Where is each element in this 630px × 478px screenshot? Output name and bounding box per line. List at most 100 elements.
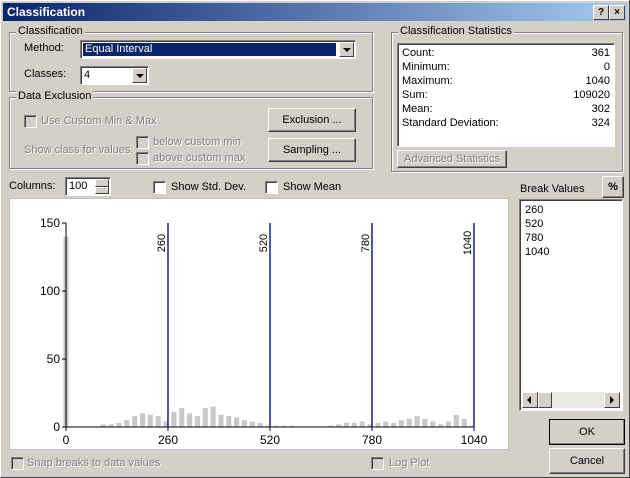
stat-key: Count: — [402, 47, 435, 59]
histogram-bar — [124, 420, 130, 427]
columns-spinner[interactable]: 100 — [65, 177, 111, 196]
break-value-item[interactable]: 520 — [525, 217, 549, 231]
close-button[interactable]: × — [609, 5, 625, 20]
help-button[interactable]: ? — [593, 5, 609, 20]
histogram-bar — [226, 416, 232, 427]
x-tick-label: 520 — [260, 433, 280, 447]
classes-select[interactable]: 4 — [80, 66, 149, 85]
classification-group: Classification Method: Equal Interval Cl… — [9, 25, 373, 92]
x-tick-label: 0 — [63, 433, 70, 447]
below-custom-checkbox[interactable] — [136, 136, 149, 149]
histogram-bar — [359, 421, 365, 427]
advanced-statistics-button[interactable]: Advanced Statistics — [397, 150, 507, 168]
stat-value: 302 — [591, 103, 610, 115]
columns-label: Columns: — [9, 180, 56, 192]
mean-label: Show Mean — [283, 181, 342, 193]
stat-value: 0 — [603, 61, 610, 73]
histogram-bar — [139, 413, 146, 427]
y-tick-label: 50 — [47, 352, 61, 366]
sampling-button[interactable]: Sampling ... — [268, 138, 356, 162]
histogram-bar — [453, 414, 459, 427]
histogram-bar — [343, 422, 350, 427]
percent-button[interactable]: % — [602, 176, 624, 198]
above-custom-checkbox[interactable] — [136, 152, 149, 165]
histogram-bar — [414, 416, 420, 427]
data-exclusion-group: Data Exclusion Use Custom Min & Max Show… — [9, 90, 373, 169]
x-tick-label: 780 — [362, 433, 382, 447]
break-line-label: 780 — [360, 234, 372, 252]
data-exclusion-label: Data Exclusion — [16, 90, 94, 102]
spin-up-icon[interactable] — [95, 179, 109, 187]
show-class-label: Show class for values: — [24, 144, 134, 156]
histogram-bar — [461, 418, 467, 427]
stat-key: Sum: — [402, 89, 428, 101]
histogram-bar — [422, 418, 428, 427]
snap-breaks-label: Snap breaks to data values — [27, 457, 161, 469]
stat-row: Count: 361 — [402, 47, 610, 61]
stat-value: 361 — [591, 47, 610, 59]
window-title: Classification — [7, 5, 86, 19]
histogram-bar — [155, 416, 161, 427]
scroll-left-icon[interactable] — [522, 392, 538, 408]
statistics-group-label: Classification Statistics — [398, 25, 514, 37]
histogram-bar — [383, 421, 389, 427]
stat-row: Minimum: 0 — [402, 61, 610, 75]
histogram-bar — [116, 422, 122, 427]
stat-key: Standard Deviation: — [402, 117, 499, 129]
break-line-label: 260 — [156, 234, 168, 252]
scroll-thumb[interactable] — [538, 392, 552, 408]
histogram-bar — [241, 420, 248, 427]
log-plot-checkbox[interactable] — [371, 457, 384, 470]
histogram-bar — [391, 422, 397, 427]
mean-checkbox[interactable] — [265, 181, 278, 194]
method-value: Equal Interval — [83, 43, 336, 56]
ok-button[interactable]: OK — [549, 419, 625, 445]
histogram-chart[interactable]: 150 100 50 00 260 520 780 1040 260 520 780 1040 — [9, 198, 509, 450]
stat-row: Sum: 109020 — [402, 89, 610, 103]
title-bar: Classification ? × — [3, 3, 627, 21]
columns-value: 100 — [69, 180, 88, 192]
chevron-down-icon[interactable] — [339, 42, 354, 57]
stat-key: Minimum: — [402, 61, 450, 73]
y-tick-label: 0 — [53, 420, 60, 434]
break-values-list[interactable]: 260 520 780 1040 — [519, 199, 623, 411]
histogram-bar — [351, 422, 357, 427]
histogram-bar — [249, 421, 255, 427]
histogram-bar — [202, 407, 208, 427]
histogram-bar — [406, 418, 412, 427]
histogram-bar — [210, 406, 216, 427]
stat-key: Mean: — [402, 103, 433, 115]
histogram-bar — [187, 413, 193, 427]
stat-row: Mean: 302 — [402, 103, 610, 117]
histogram-bar — [218, 414, 224, 427]
statistics-group: Classification Statistics Count: 361 Mini… — [391, 25, 623, 172]
histogram-bar — [132, 416, 138, 427]
scroll-right-icon[interactable] — [604, 392, 620, 408]
stat-key: Maximum: — [402, 75, 453, 87]
classes-value: 4 — [84, 69, 91, 81]
chevron-down-icon[interactable] — [132, 68, 147, 83]
cancel-button[interactable]: Cancel — [549, 448, 625, 474]
stat-value: 1040 — [585, 75, 610, 87]
break-line-label: 520 — [258, 234, 270, 252]
break-value-item[interactable]: 780 — [525, 231, 549, 245]
break-values-label: Break Values — [520, 183, 585, 195]
horizontal-scrollbar[interactable] — [522, 392, 620, 408]
histogram-bar — [147, 414, 153, 427]
above-custom-label: above custom max — [153, 152, 246, 164]
std-dev-checkbox[interactable] — [153, 181, 166, 194]
use-custom-checkbox[interactable] — [24, 115, 37, 128]
snap-breaks-checkbox[interactable] — [11, 457, 24, 470]
y-tick-label: 150 — [40, 216, 60, 230]
log-plot-label: Log Plot — [389, 457, 430, 469]
stat-value: 324 — [591, 117, 610, 129]
break-values-items: 260 520 780 1040 — [525, 203, 549, 259]
use-custom-label: Use Custom Min & Max — [41, 115, 157, 127]
method-label: Method: — [24, 42, 64, 54]
break-value-item[interactable]: 260 — [525, 203, 549, 217]
spin-down-icon[interactable] — [95, 187, 109, 194]
stat-row: Maximum: 1040 — [402, 75, 610, 89]
method-select[interactable]: Equal Interval — [80, 40, 356, 59]
exclusion-button[interactable]: Exclusion ... — [268, 108, 356, 132]
break-value-item[interactable]: 1040 — [525, 245, 549, 259]
